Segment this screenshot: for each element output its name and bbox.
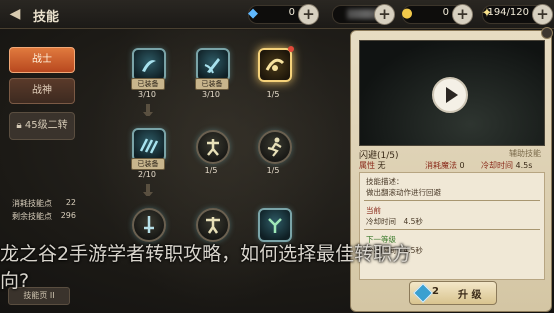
attr-value: 无: [377, 161, 386, 170]
skill-point-gem-icon: [413, 283, 433, 303]
skill-level: 3/10: [138, 90, 156, 99]
remaining-value: 296: [60, 211, 76, 220]
top-bar: ◀ 技能 ◆ 0 + + ● 0 + ✦ 194/120 +: [0, 0, 554, 29]
skill-node-1[interactable]: [132, 48, 166, 82]
stamina-counter: ✦ 194/120 +: [482, 4, 553, 25]
dodge-roll-icon: [265, 58, 285, 71]
flex-figure-icon: [206, 217, 220, 234]
sword-stab-icon: [144, 216, 154, 233]
skill-detail-panel: 闪避(1/5) 辅助技能 属性 无 消耗魔法 0 冷却时间 4.5s 技能描述：…: [350, 27, 553, 312]
divider: [364, 229, 540, 230]
skill-node-8[interactable]: [196, 208, 230, 242]
add-gold-button[interactable]: +: [452, 4, 473, 25]
remaining-label: 剩余技能点: [12, 212, 52, 221]
gem-counter: ◆ 0 +: [248, 4, 319, 25]
upgrade-label: 升 级: [458, 290, 482, 301]
warrior-pose-icon: [207, 139, 219, 156]
skill-type: 辅助技能: [509, 149, 541, 158]
divider: [364, 200, 540, 201]
class-tab-warrior[interactable]: 战士: [9, 47, 75, 73]
cd-row: 冷却时间 4.5s: [481, 160, 532, 171]
cd-value: 4.5s: [515, 161, 533, 170]
skill-node-5[interactable]: [196, 130, 230, 164]
skill-level: 3/10: [202, 90, 220, 99]
remaining-points: 剩余技能点 296: [12, 211, 76, 222]
consumed-points: 消耗技能点 22: [12, 198, 76, 209]
skill-level: 1/5: [204, 166, 218, 175]
mp-row: 消耗魔法 0: [425, 160, 465, 171]
add-blurred-button[interactable]: +: [374, 4, 395, 25]
consumed-value: 22: [65, 198, 76, 207]
mp-value: 0: [459, 161, 465, 170]
class-tab-wargod[interactable]: 战神: [9, 78, 75, 104]
upgrade-cost: 2: [432, 286, 439, 297]
consumed-label: 消耗技能点: [12, 199, 52, 208]
skill-node-2[interactable]: [196, 48, 230, 82]
desc-text: 做出翻滚动作进行回避: [366, 188, 441, 197]
gold-coin-icon: ●: [401, 6, 413, 21]
gold-count: 0: [442, 7, 449, 18]
gold-counter: ● 0 +: [401, 4, 473, 25]
skill-node-6[interactable]: [258, 130, 292, 164]
skill-node-9[interactable]: [258, 208, 292, 242]
sword-swirl-icon: [142, 60, 156, 72]
desc-title: 技能描述：: [366, 177, 404, 186]
skill-level: 2/10: [138, 170, 156, 179]
down-arrow-icon: [143, 184, 153, 196]
game-screen: ◀ 技能 ◆ 0 + + ● 0 + ✦ 194/120 + 战士 战神 🔒︎ …: [0, 0, 554, 313]
running-figure-icon: [267, 137, 282, 157]
caption-line-1: 龙之谷2手游学者转职攻略，如何选择最佳转职方: [0, 243, 412, 265]
equipped-badge: 已装备: [131, 78, 165, 90]
class-tab-locked[interactable]: 🔒︎ 45级二转: [9, 112, 75, 140]
equipped-badge: 已装备: [195, 78, 229, 90]
skill-level: 1/5: [266, 90, 280, 99]
add-gem-button[interactable]: +: [298, 4, 319, 25]
lock-icon: 🔒︎: [16, 120, 22, 131]
attr-label: 属性: [359, 161, 375, 170]
upgrade-button[interactable]: 2 升 级: [409, 281, 497, 305]
skill-level: 1/5: [266, 166, 280, 175]
play-icon[interactable]: [432, 77, 468, 113]
new-indicator-dot: [288, 46, 294, 52]
current-title: 当前: [366, 206, 381, 215]
attr-row: 属性 无: [359, 160, 386, 171]
gem-icon: ◆: [248, 6, 258, 21]
panel-pin-icon: [541, 27, 553, 39]
equipped-badge: 已装备: [131, 158, 165, 170]
skill-preview-video[interactable]: [359, 40, 545, 146]
skill-node-7[interactable]: [132, 208, 166, 242]
mp-label: 消耗魔法: [425, 161, 457, 170]
caption-line-2: 向?: [0, 270, 30, 292]
skill-node-dodge-selected[interactable]: [258, 48, 292, 82]
down-arrow-icon: [143, 104, 153, 116]
rage-figure-icon: [268, 218, 282, 233]
locked-label: 45级二转: [24, 120, 68, 131]
skill-node-4[interactable]: [132, 128, 166, 162]
blurred-counter: +: [332, 4, 395, 25]
stamina-count: 194/120: [487, 7, 529, 18]
page-title: 技能: [33, 10, 60, 25]
add-stamina-button[interactable]: +: [532, 4, 553, 25]
back-arrow-icon[interactable]: ◀: [6, 5, 24, 23]
cd-label: 冷却时间: [481, 161, 513, 170]
blade-icon: [204, 58, 220, 74]
current-cd: 冷却时间 4.5秒: [366, 217, 423, 226]
gem-count: 0: [288, 7, 295, 18]
triple-slash-icon: [139, 138, 159, 154]
